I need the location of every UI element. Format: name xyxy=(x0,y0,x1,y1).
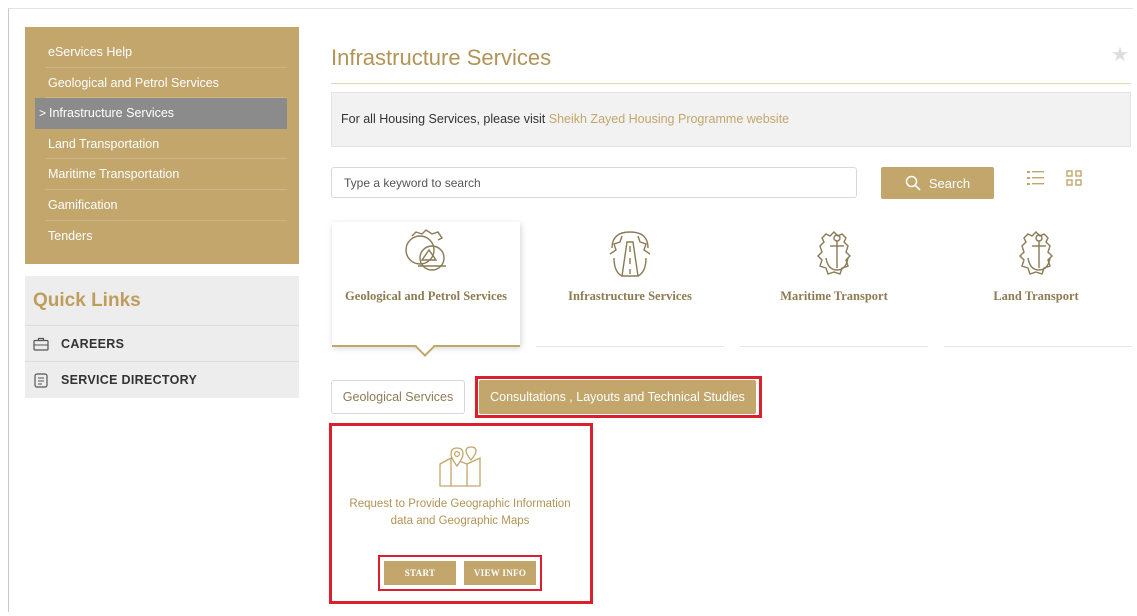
tab-label: Geological Services xyxy=(342,390,454,404)
category-label: Infrastructure Services xyxy=(568,289,692,303)
service-title-line: Request to Provide Geographic Informatio… xyxy=(349,498,571,510)
sidebar-item-land-transportation[interactable]: Land Transportation xyxy=(45,129,287,160)
title-divider xyxy=(331,83,1131,84)
category-maritime[interactable]: Maritime Transport xyxy=(739,228,929,304)
sidebar-item-maritime-transportation[interactable]: Maritime Transportation xyxy=(45,159,287,190)
housing-notice-text: For all Housing Services, please visit xyxy=(341,112,549,126)
divider xyxy=(25,325,299,326)
housing-notice: For all Housing Services, please visit S… xyxy=(331,92,1131,147)
list-view-icon[interactable] xyxy=(1027,170,1045,186)
quick-links-title: Quick Links xyxy=(33,290,141,311)
divider xyxy=(25,361,299,362)
quick-link-label: CAREERS xyxy=(61,337,125,351)
sidebar-item-geological-petrol[interactable]: Geological and Petrol Services xyxy=(45,68,287,99)
sidebar-item-label: Maritime Transportation xyxy=(48,167,180,182)
quick-link-service-directory[interactable]: SERVICE DIRECTORY xyxy=(33,367,197,393)
category-land-transport[interactable]: Land Transport xyxy=(941,228,1131,304)
category-label: Land Transport xyxy=(993,289,1079,303)
sidebar-item-label: Infrastructure Services xyxy=(49,106,175,121)
sidebar-nav: eServices Help Geological and Petrol Ser… xyxy=(25,27,299,264)
gear-anchor-icon xyxy=(1019,231,1053,275)
view-info-button[interactable]: VIEW INFO xyxy=(464,561,536,585)
quick-link-label: SERVICE DIRECTORY xyxy=(61,373,198,387)
tab-geological-services[interactable]: Geological Services xyxy=(331,380,465,414)
chevron-right-icon: > xyxy=(39,106,47,121)
grid-view-icon[interactable] xyxy=(1066,170,1082,186)
search-button-label: Search xyxy=(928,175,971,191)
category-underline xyxy=(536,346,724,347)
gear-road-icon xyxy=(609,231,651,277)
favorite-star-icon[interactable]: ★ xyxy=(1111,42,1129,67)
start-button[interactable]: START xyxy=(384,561,456,585)
service-title-line: data and Geographic Maps xyxy=(390,515,530,527)
search-button[interactable]: Search xyxy=(881,167,994,199)
highlight-box-tab xyxy=(475,376,762,418)
category-infrastructure[interactable]: Infrastructure Services xyxy=(535,228,725,304)
sidebar-item-gamification[interactable]: Gamification xyxy=(45,190,287,221)
briefcase-icon xyxy=(33,337,49,351)
service-card-title: Request to Provide Geographic Informatio… xyxy=(340,496,580,530)
category-underline xyxy=(740,346,928,347)
category-geological-petrol[interactable]: Geological and Petrol Services xyxy=(331,228,521,304)
category-underline xyxy=(944,346,1132,347)
sidebar-item-infrastructure[interactable]: > Infrastructure Services xyxy=(35,98,287,129)
gear-anchor-icon xyxy=(817,231,851,275)
search-icon xyxy=(905,175,921,191)
search-input[interactable] xyxy=(331,167,857,198)
category-label: Geological and Petrol Services xyxy=(345,289,507,303)
page-title: Infrastructure Services xyxy=(331,45,552,70)
sidebar-item-label: Gamification xyxy=(48,197,118,212)
quick-links-panel: Quick Links CAREERS SERVICE DIRECTORY xyxy=(25,276,299,398)
gear-dome-icon xyxy=(405,229,446,271)
sidebar-item-label: eServices Help xyxy=(48,45,133,59)
sidebar-item-eservices-help[interactable]: eServices Help xyxy=(45,37,287,68)
quick-link-careers[interactable]: CAREERS xyxy=(33,331,124,357)
sidebar-item-label: Land Transportation xyxy=(48,136,160,151)
sidebar-item-tenders[interactable]: Tenders xyxy=(45,221,287,252)
housing-programme-link[interactable]: Sheikh Zayed Housing Programme website xyxy=(549,112,789,126)
sidebar-item-label: Tenders xyxy=(48,228,93,243)
document-icon xyxy=(34,372,48,388)
sidebar-item-label: Geological and Petrol Services xyxy=(48,75,219,90)
map-pin-icon xyxy=(439,446,481,487)
category-label: Maritime Transport xyxy=(780,289,888,303)
